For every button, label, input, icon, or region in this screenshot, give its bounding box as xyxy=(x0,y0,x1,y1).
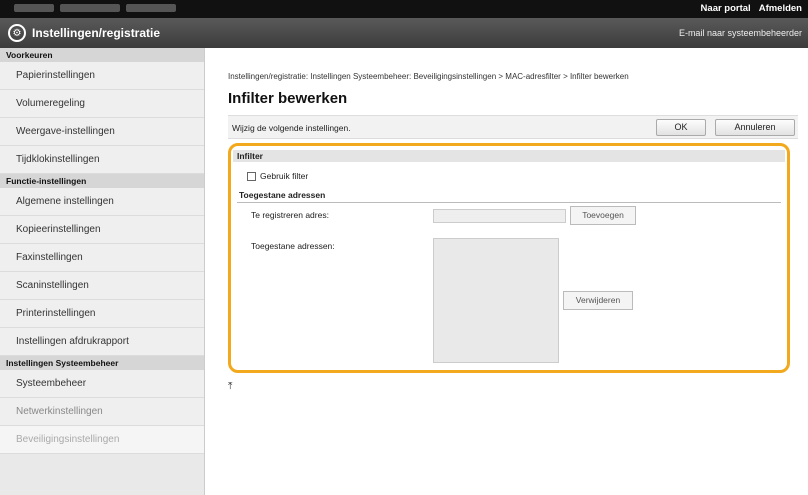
sidebar-section-functions: Functie-instellingen xyxy=(0,174,204,188)
portal-link[interactable]: Naar portal xyxy=(701,3,751,14)
sidebar-item-report[interactable]: Instellingen afdrukrapport xyxy=(0,328,204,356)
back-to-top-icon[interactable]: ⤒ xyxy=(228,381,232,392)
logout-link[interactable]: Afmelden xyxy=(759,3,802,14)
use-filter-label: Gebruik filter xyxy=(260,171,309,181)
title-bar: ⚙ Instellingen/registratie E-mail naar s… xyxy=(0,18,808,48)
use-filter-checkbox[interactable] xyxy=(247,171,256,181)
infilter-panel: Infilter Gebruik filter Toegestane adres… xyxy=(228,143,790,373)
ok-button[interactable]: OK xyxy=(656,119,706,136)
cancel-button[interactable]: Annuleren xyxy=(715,119,795,136)
sidebar-item-paper[interactable]: Papierinstellingen xyxy=(0,62,204,90)
sidebar-item-fax[interactable]: Faxinstellingen xyxy=(0,244,204,272)
sidebar-section-preferences: Voorkeuren xyxy=(0,48,204,62)
mail-admin-link[interactable]: E-mail naar systeembeheerder xyxy=(679,28,802,38)
top-bar: Naar portal Afmelden xyxy=(0,0,808,18)
main-content: Instellingen/registratie: Instellingen S… xyxy=(206,48,808,495)
allowed-addresses-label: Toegestane adressen: xyxy=(251,241,335,251)
sidebar-item-volume[interactable]: Volumeregeling xyxy=(0,90,204,118)
divider xyxy=(237,202,781,203)
allowed-addresses-list[interactable] xyxy=(433,238,559,363)
register-address-label: Te registreren adres: xyxy=(251,210,329,220)
sidebar-item-display[interactable]: Weergave-instellingen xyxy=(0,118,204,146)
instruction-text: Wijzig de volgende instellingen. xyxy=(232,123,351,133)
page-title: Infilter bewerken xyxy=(228,90,348,107)
delete-button[interactable]: Verwijderen xyxy=(563,291,633,310)
panel-header: Infilter xyxy=(233,150,785,162)
sidebar-section-system: Instellingen Systeembeheer xyxy=(0,356,204,370)
sidebar-item-printer[interactable]: Printerinstellingen xyxy=(0,300,204,328)
register-address-input[interactable] xyxy=(433,209,566,223)
sidebar-item-general[interactable]: Algemene instellingen xyxy=(0,188,204,216)
settings-gear-icon: ⚙ xyxy=(8,24,26,42)
allowed-addresses-heading: Toegestane adressen xyxy=(239,190,326,200)
blurred-device-info xyxy=(14,4,176,13)
sidebar-item-clock[interactable]: Tijdklokinstellingen xyxy=(0,146,204,174)
sidebar-item-copy[interactable]: Kopieerinstellingen xyxy=(0,216,204,244)
sidebar: Voorkeuren Papierinstellingen Volumerege… xyxy=(0,48,205,495)
app-title: Instellingen/registratie xyxy=(32,26,161,40)
sidebar-item-security[interactable]: Beveiligingsinstellingen xyxy=(0,426,204,454)
sidebar-item-scan[interactable]: Scaninstellingen xyxy=(0,272,204,300)
add-button[interactable]: Toevoegen xyxy=(570,206,636,225)
sidebar-item-system-management[interactable]: Systeembeheer xyxy=(0,370,204,398)
use-filter-row: Gebruik filter xyxy=(247,171,308,181)
sidebar-item-network[interactable]: Netwerkinstellingen xyxy=(0,398,204,426)
top-links: Naar portal Afmelden xyxy=(701,3,802,14)
breadcrumb: Instellingen/registratie: Instellingen S… xyxy=(228,72,629,81)
instruction-bar: Wijzig de volgende instellingen. OK Annu… xyxy=(228,115,798,139)
